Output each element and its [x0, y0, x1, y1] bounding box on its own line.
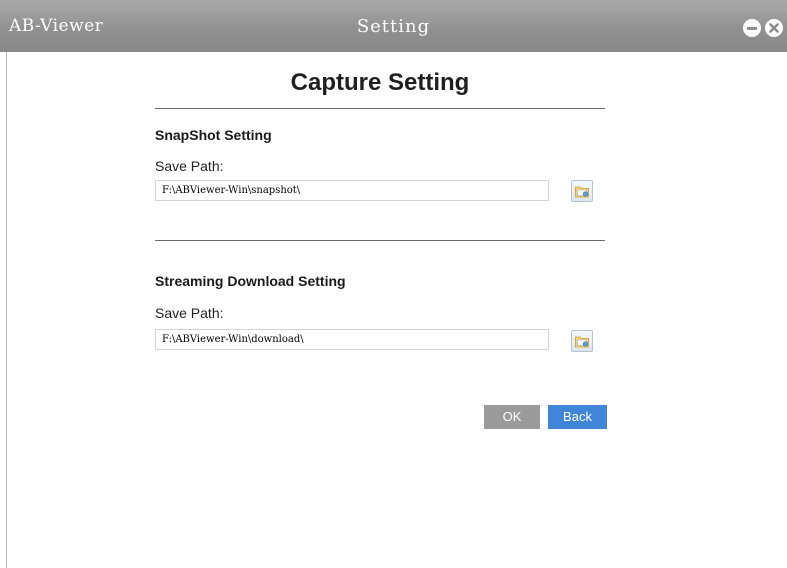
download-save-path-label: Save Path: [155, 305, 224, 321]
close-icon[interactable] [765, 19, 783, 37]
divider [155, 108, 605, 109]
title-bar: AB-Viewer Setting [0, 0, 787, 52]
snapshot-save-path-label: Save Path: [155, 158, 224, 174]
snapshot-browse-button[interactable] [571, 180, 593, 202]
download-browse-button[interactable] [571, 330, 593, 352]
window-left-border [0, 52, 7, 568]
window-title: Setting [356, 16, 431, 37]
ok-button[interactable]: OK [484, 405, 540, 429]
download-save-path-input[interactable] [155, 329, 549, 350]
divider [155, 240, 605, 241]
back-button[interactable]: Back [548, 405, 607, 429]
snapshot-save-path-input[interactable] [155, 180, 549, 201]
download-heading: Streaming Download Setting [155, 273, 346, 289]
snapshot-heading: SnapShot Setting [155, 127, 272, 143]
page-title: Capture Setting [290, 69, 470, 96]
minimize-icon[interactable] [743, 19, 761, 37]
